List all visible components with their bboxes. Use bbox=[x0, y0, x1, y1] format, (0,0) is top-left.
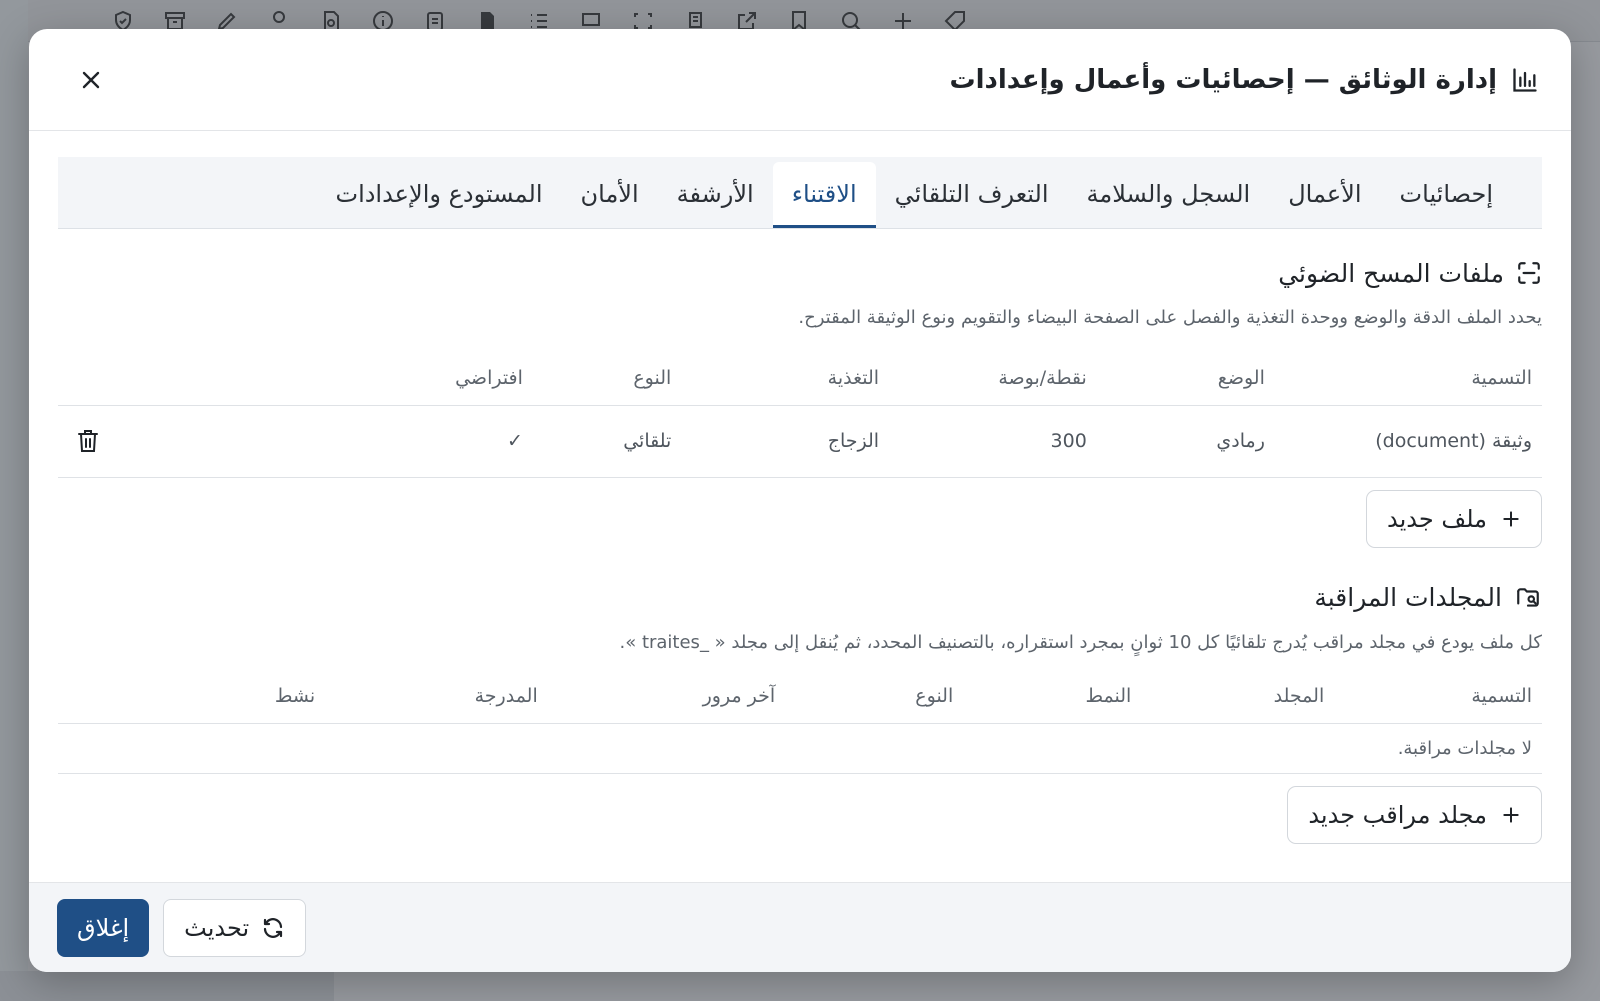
modal-header: إدارة الوثائق — إحصائيات وأعمال وإعدادات bbox=[29, 29, 1571, 131]
empty-row: لا مجلدات مراقبة. bbox=[58, 723, 1542, 774]
column-default: افتراضي bbox=[384, 351, 533, 406]
table-header-row: التسمية الوضع نقطة/بوصة التغذية النوع اف… bbox=[58, 351, 1542, 406]
scan-profiles-table: التسمية الوضع نقطة/بوصة التغذية النوع اف… bbox=[58, 351, 1542, 478]
tab-archiving[interactable]: الأرشفة bbox=[658, 162, 773, 228]
table-header-row: التسمية المجلد النمط النوع آخر مرور المد… bbox=[58, 669, 1542, 724]
folder-search-icon bbox=[1514, 585, 1542, 611]
scan-profiles-actions: ملف جديد bbox=[58, 489, 1542, 548]
plus-icon bbox=[1501, 805, 1521, 825]
scan-profiles-description: يحدد الملف الدقة والوضع ووحدة التغذية وا… bbox=[798, 307, 1542, 328]
profile-name: وثيقة (document) bbox=[1274, 405, 1542, 478]
tab-auto-recognition[interactable]: التعرف التلقائي bbox=[876, 162, 1068, 228]
column-name: التسمية bbox=[1334, 669, 1542, 724]
delete-profile-button[interactable] bbox=[68, 421, 108, 461]
column-folder: المجلد bbox=[1141, 669, 1335, 724]
refresh-label: تحديث bbox=[184, 913, 250, 942]
new-watched-folder-button[interactable]: مجلد مراقب جديد bbox=[1287, 786, 1542, 844]
modal-footer: إغلاق تحديث bbox=[29, 882, 1571, 972]
column-pattern: النمط bbox=[963, 669, 1142, 724]
modal-title: إدارة الوثائق — إحصائيات وأعمال وإعدادات bbox=[949, 64, 1497, 95]
column-actions bbox=[58, 351, 385, 406]
refresh-button[interactable]: تحديث bbox=[163, 898, 307, 957]
watched-folders-actions: مجلد مراقب جديد bbox=[58, 786, 1542, 844]
column-type: النوع bbox=[532, 351, 682, 406]
column-feeder: التغذية bbox=[681, 351, 890, 406]
profile-mode: رمادي bbox=[1096, 405, 1275, 478]
new-profile-label: ملف جديد bbox=[1387, 504, 1487, 533]
new-watched-folder-label: مجلد مراقب جديد bbox=[1308, 801, 1487, 829]
column-name: التسمية bbox=[1274, 351, 1542, 406]
plus-icon bbox=[1501, 509, 1521, 529]
close-dialog-button[interactable]: إغلاق bbox=[57, 898, 150, 957]
scan-icon bbox=[1516, 260, 1542, 286]
bar-chart-icon bbox=[1511, 66, 1539, 94]
profile-default-check: ✓ bbox=[384, 405, 533, 478]
modal-title-group: إدارة الوثائق — إحصائيات وأعمال وإعدادات bbox=[950, 65, 1539, 95]
profile-type: تلقائي bbox=[532, 405, 682, 478]
close-icon bbox=[79, 68, 103, 92]
modal-body: إحصائيات الأعمال السجل والسلامة التعرف ا… bbox=[29, 131, 1571, 883]
column-dpi: نقطة/بوصة bbox=[889, 351, 1097, 406]
tab-log-integrity[interactable]: السجل والسلامة bbox=[1068, 162, 1270, 228]
scan-profiles-header: ملفات المسح الضوئي bbox=[58, 255, 1542, 291]
watched-folders-title: المجلدات المراقبة bbox=[1314, 583, 1502, 612]
new-profile-button[interactable]: ملف جديد bbox=[1366, 489, 1542, 548]
scan-profiles-title: ملفات المسح الضوئي bbox=[1278, 258, 1504, 288]
profile-feeder: الزجاج bbox=[681, 405, 890, 478]
tab-bar: إحصائيات الأعمال السجل والسلامة التعرف ا… bbox=[58, 157, 1542, 229]
column-mode: الوضع bbox=[1096, 351, 1275, 406]
column-inserted: المدرجة bbox=[325, 669, 548, 724]
tab-security[interactable]: الأمان bbox=[562, 162, 658, 228]
profile-actions bbox=[58, 405, 385, 478]
column-last-pass: آخر مرور bbox=[547, 669, 786, 724]
column-type: النوع bbox=[785, 669, 964, 724]
admin-modal: إدارة الوثائق — إحصائيات وأعمال وإعدادات… bbox=[29, 29, 1571, 972]
tab-statistics[interactable]: إحصائيات bbox=[1381, 162, 1512, 228]
tab-acquisition[interactable]: الاقتناء bbox=[772, 162, 876, 228]
watched-folders-header: المجلدات المراقبة bbox=[58, 580, 1542, 616]
trash-icon bbox=[77, 429, 99, 453]
table-row[interactable]: وثيقة (document) رمادي 300 الزجاج تلقائي… bbox=[58, 405, 1542, 478]
close-button[interactable] bbox=[69, 58, 113, 102]
refresh-icon bbox=[261, 916, 285, 940]
tab-jobs[interactable]: الأعمال bbox=[1269, 162, 1380, 228]
column-active: نشط bbox=[58, 669, 326, 724]
watched-folders-table: التسمية المجلد النمط النوع آخر مرور المد… bbox=[58, 669, 1542, 774]
empty-state-text: لا مجلدات مراقبة. bbox=[58, 723, 1542, 774]
profile-dpi: 300 bbox=[889, 405, 1097, 478]
tab-repository-settings[interactable]: المستودع والإعدادات bbox=[316, 162, 561, 228]
watched-folders-description: كل ملف يودع في مجلد مراقب يُدرج تلقائيًا… bbox=[619, 631, 1542, 653]
